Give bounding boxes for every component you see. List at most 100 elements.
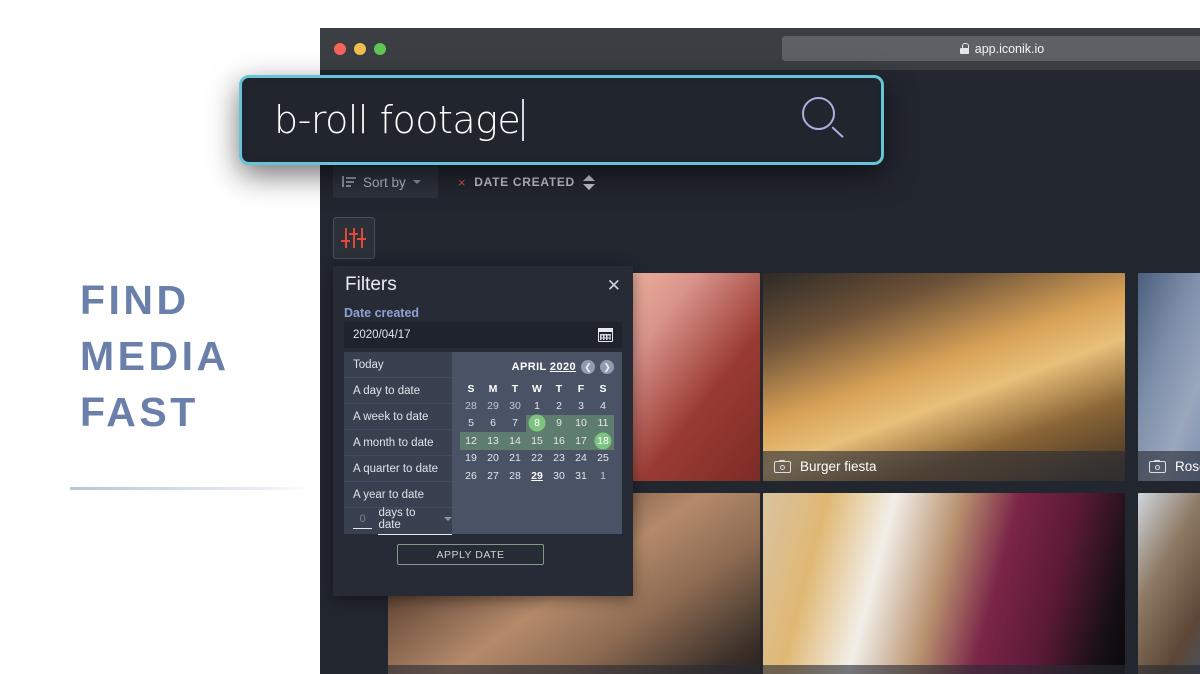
search-input[interactable]: b-roll footage [274, 98, 521, 142]
caret-down-icon [444, 517, 452, 521]
calendar-day[interactable]: 29 [526, 467, 548, 485]
calendar-grid: S M T W T F S 28 29 30 1 2 3 4 5 6 7 8 9 10 11 12 13 14 15 16 17 18… [460, 380, 614, 485]
media-card-label: Sneaker shopping [763, 665, 1125, 674]
media-card[interactable]: Rose [1138, 273, 1200, 481]
preset-month-to-date[interactable]: A month to date [344, 430, 452, 456]
calendar-day[interactable]: 26 [460, 467, 482, 485]
calendar-day[interactable]: 12 [460, 432, 482, 450]
calendar-day[interactable]: 10 [570, 414, 592, 432]
filter-chip-date-created[interactable]: × DATE CREATED [458, 166, 596, 198]
calendar-dow: T [511, 382, 519, 395]
window-maximize-button[interactable] [374, 43, 386, 55]
date-picker-body: Today A day to date A week to date A mon… [344, 352, 622, 535]
calendar-day[interactable]: 5 [460, 415, 482, 433]
calendar-day[interactable]: 23 [548, 450, 570, 468]
address-bar[interactable]: app.iconik.io [782, 36, 1200, 61]
search-icon[interactable] [801, 96, 849, 144]
calendar-day[interactable]: 7 [504, 415, 526, 433]
calendar-day[interactable]: 6 [482, 415, 504, 433]
date-created-section-label: Date created [344, 306, 420, 320]
date-preset-list: Today A day to date A week to date A mon… [344, 352, 452, 535]
calendar-day[interactable]: 30 [548, 467, 570, 485]
calendar-day[interactable]: 2 [548, 397, 570, 415]
sort-lines-icon [342, 176, 356, 188]
calendar-day[interactable]: 3 [570, 397, 592, 415]
close-icon[interactable]: × [458, 175, 466, 190]
days-quantity-input[interactable]: 0 [353, 513, 373, 529]
address-bar-url: app.iconik.io [974, 41, 1045, 56]
toolbar: Sort by × DATE CREATED [320, 166, 1200, 200]
calendar-day[interactable]: 11 [592, 414, 614, 432]
calendar-day[interactable]: 27 [482, 467, 504, 485]
preset-day-to-date[interactable]: A day to date [344, 378, 452, 404]
sort-by-label: Sort by [363, 174, 406, 190]
headline-line-1: FIND [80, 277, 190, 323]
media-card-label: Getting lunch [388, 665, 760, 674]
search-input-wrapper[interactable]: b-roll footage [248, 84, 875, 156]
calendar-day[interactable]: 20 [482, 450, 504, 468]
calendar-dow: M [488, 382, 498, 395]
media-card[interactable]: Sea [1138, 493, 1200, 674]
filters-title: Filters [345, 274, 397, 295]
chevron-down-icon [412, 180, 421, 184]
headline-line-3: FAST [80, 389, 199, 435]
calendar-dow: S [599, 382, 607, 395]
preset-today[interactable]: Today [344, 352, 452, 378]
calendar-day[interactable]: 19 [460, 450, 482, 468]
calendar-day[interactable]: 15 [526, 432, 548, 450]
sort-arrows-icon[interactable] [582, 174, 596, 190]
calendar-day[interactable]: 1 [592, 467, 614, 485]
page-title: FIND MEDIA FAST [80, 272, 230, 440]
preset-quarter-to-date[interactable]: A quarter to date [344, 456, 452, 482]
calendar-day[interactable]: 17 [570, 432, 592, 450]
sliders-icon [341, 228, 366, 248]
browser-titlebar: app.iconik.io [320, 28, 1200, 70]
calendar-dow: T [555, 382, 563, 395]
calendar-day[interactable]: 31 [570, 467, 592, 485]
calendar-day[interactable]: 1 [526, 397, 548, 415]
calendar-day[interactable]: 30 [504, 397, 526, 415]
media-card[interactable]: Burger fiesta [763, 273, 1125, 481]
calendar-day[interactable]: 28 [460, 397, 482, 415]
filter-chip-label: DATE CREATED [474, 175, 575, 189]
days-to-date-row: 0 days to date [344, 507, 452, 535]
chevron-right-icon[interactable]: ❯ [600, 360, 614, 374]
calendar-day[interactable]: 18 [592, 432, 614, 450]
apply-date-button[interactable]: APPLY DATE [397, 544, 544, 565]
camera-icon [1149, 459, 1166, 473]
calendar-day[interactable]: 16 [548, 432, 570, 450]
calendar-day[interactable]: 28 [504, 467, 526, 485]
media-card[interactable]: Sneaker shopping [763, 493, 1125, 674]
chevron-left-icon[interactable]: ❮ [581, 360, 595, 374]
calendar-day[interactable]: 4 [592, 397, 614, 415]
days-to-date-select[interactable]: days to date [378, 507, 452, 535]
calendar-header: APRIL 2020 ❮ ❯ [460, 358, 614, 376]
date-input-value: 2020/04/17 [353, 329, 411, 341]
calendar-day[interactable]: 8 [526, 414, 548, 432]
preset-week-to-date[interactable]: A week to date [344, 404, 452, 430]
camera-icon [774, 459, 791, 473]
calendar-day[interactable]: 21 [504, 450, 526, 468]
media-card-title: Rose [1175, 458, 1200, 474]
calendar-icon[interactable] [598, 328, 613, 342]
calendar-day[interactable]: 29 [482, 397, 504, 415]
sort-by-button[interactable]: Sort by [333, 166, 438, 198]
filters-panel: Filters ✕ Date created 2020/04/17 Today … [333, 266, 633, 596]
calendar-day[interactable]: 22 [526, 450, 548, 468]
text-caret [522, 99, 525, 141]
calendar-month: APRIL [511, 361, 547, 373]
calendar-day[interactable]: 13 [482, 432, 504, 450]
preset-year-to-date[interactable]: A year to date [344, 482, 452, 508]
calendar-day[interactable]: 14 [504, 432, 526, 450]
lock-icon [959, 43, 969, 54]
divider [70, 487, 312, 490]
window-close-button[interactable] [334, 43, 346, 55]
date-input[interactable]: 2020/04/17 [344, 322, 622, 348]
calendar-day[interactable]: 24 [570, 450, 592, 468]
close-icon[interactable]: ✕ [607, 277, 621, 294]
window-minimize-button[interactable] [354, 43, 366, 55]
calendar-day[interactable]: 25 [592, 450, 614, 468]
filter-toggle-button[interactable] [333, 217, 375, 259]
calendar-day[interactable]: 9 [548, 414, 570, 432]
search-box[interactable]: b-roll footage [239, 75, 884, 165]
